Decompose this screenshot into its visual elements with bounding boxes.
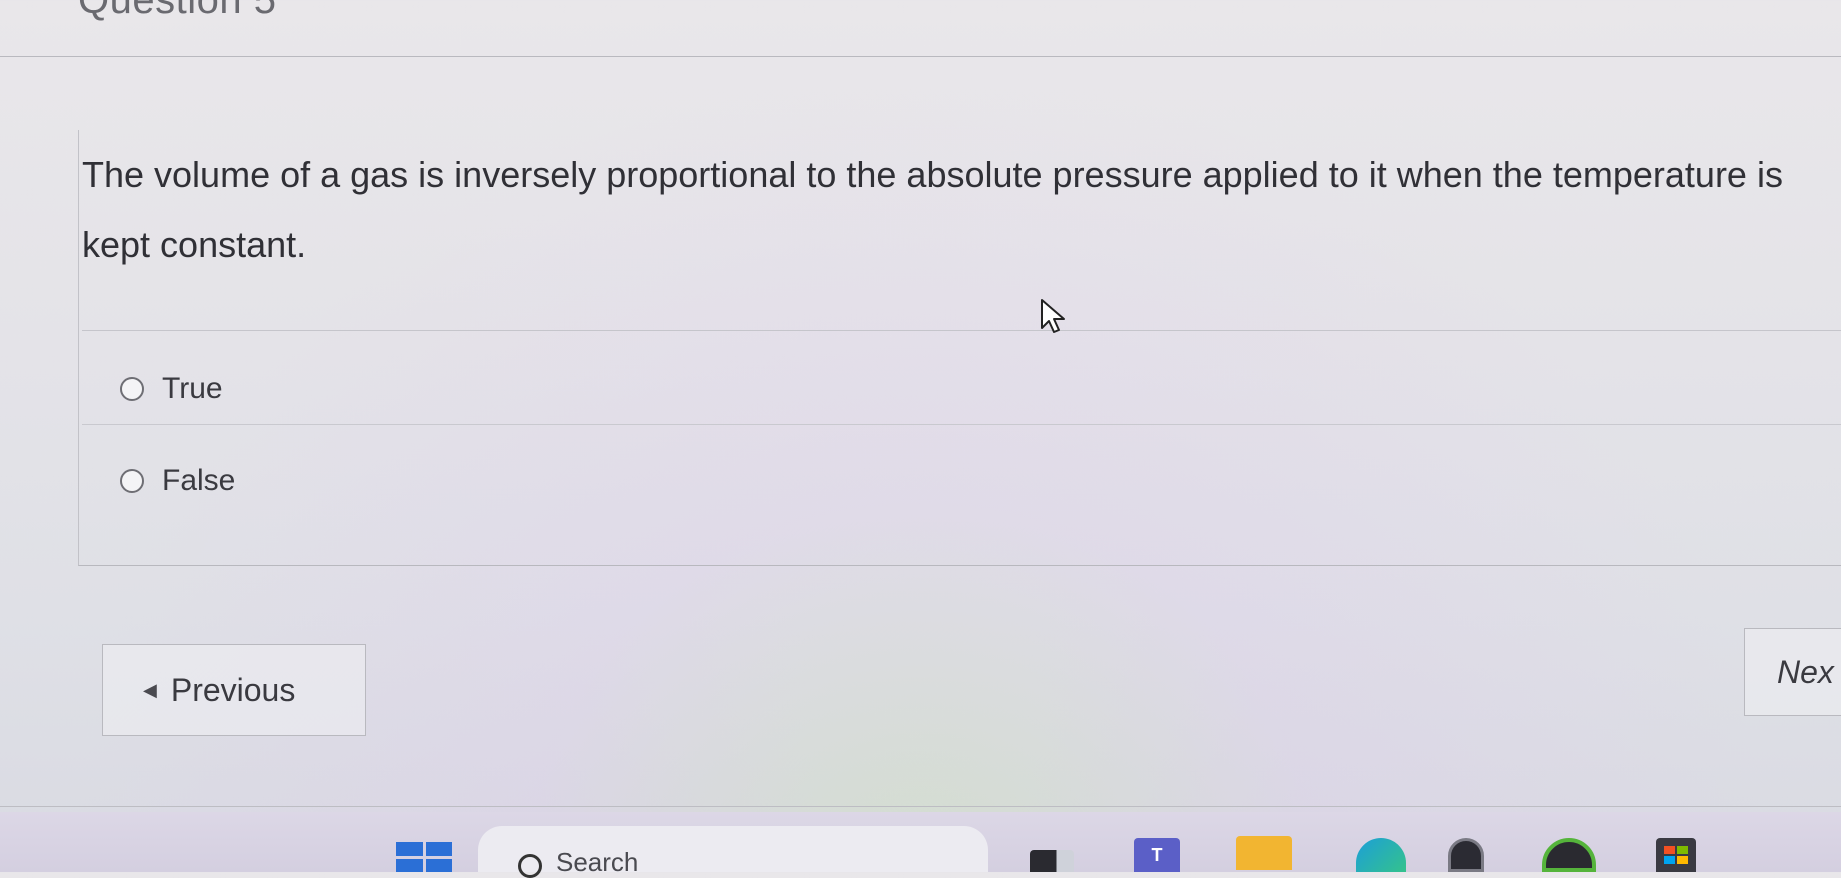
- caret-left-icon: ◀: [143, 679, 157, 700]
- teams-icon[interactable]: T: [1134, 838, 1180, 872]
- previous-button-label: Previous: [170, 671, 296, 708]
- question-number-heading: Question 5: [78, 0, 277, 22]
- question-divider: [82, 330, 1841, 331]
- mouse-cursor-icon: [1041, 299, 1065, 333]
- option-divider: [82, 424, 1841, 425]
- answer-option-true[interactable]: True: [120, 364, 223, 414]
- next-button-label: Nex: [1777, 653, 1834, 690]
- file-explorer-icon[interactable]: [1236, 836, 1292, 870]
- task-view-icon[interactable]: [1030, 850, 1074, 872]
- store-icon[interactable]: [1656, 838, 1696, 872]
- next-button[interactable]: Nex: [1744, 628, 1841, 716]
- search-label: Search: [556, 847, 639, 877]
- radio-button-true[interactable]: [120, 377, 144, 401]
- answer-option-label: True: [162, 372, 223, 405]
- footer-divider: [0, 806, 1841, 807]
- radio-button-false[interactable]: [120, 469, 144, 493]
- start-icon[interactable]: [396, 842, 452, 872]
- question-text: The volume of a gas is inversely proport…: [82, 154, 1783, 265]
- answer-option-label: False: [162, 464, 236, 497]
- search-icon: [518, 854, 542, 878]
- taskbar-search-box[interactable]: Search: [478, 826, 988, 878]
- previous-button[interactable]: ◀ Previous: [102, 644, 366, 736]
- answer-option-false[interactable]: False: [120, 456, 235, 506]
- header-divider: [0, 56, 1841, 57]
- opera-icon[interactable]: [1448, 838, 1484, 872]
